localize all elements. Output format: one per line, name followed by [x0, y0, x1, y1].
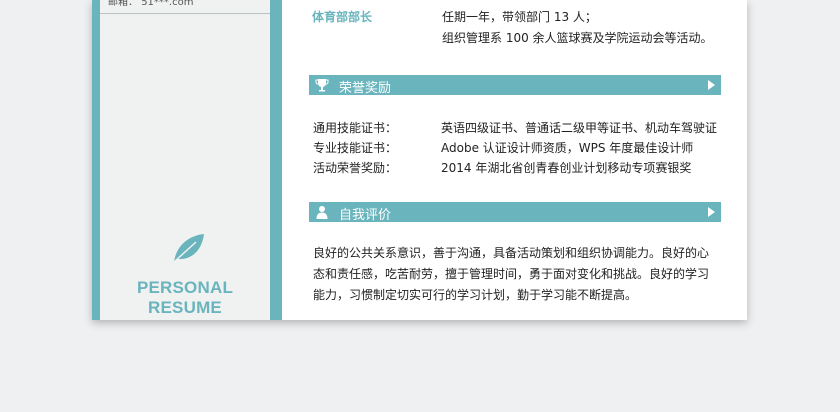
self-eval-title: 自我评价 [339, 208, 392, 223]
awards-section-header: 荣誉奖励 [309, 75, 721, 96]
arrow-right-icon [708, 80, 715, 90]
main-content: 体育部部长 任期一年，带领部门 13 人； 组织管理系 100 余人篮球赛及学院… [282, 0, 747, 320]
leaf-icon [173, 234, 204, 263]
awards-title: 荣誉奖励 [339, 81, 392, 96]
award-label: 专业技能证书： [313, 141, 398, 155]
sidebar: 邮箱： 51***.com PERSONAL RESUME [92, 0, 282, 320]
trophy-icon [315, 79, 329, 92]
resume-sheet: 邮箱： 51***.com PERSONAL RESUME 体育部部长 任期一年… [92, 0, 747, 320]
arrow-right-icon [708, 207, 715, 217]
person-icon [316, 206, 328, 219]
self-eval-text: 良好的公共关系意识，善于沟通，具备活动策划和组织协调能力。良好的心态和责任感，吃… [313, 246, 710, 302]
self-eval-section-header: 自我评价 [309, 202, 721, 223]
award-value: 英语四级证书、普通话二级甲等证书、机动车驾驶证 [441, 121, 718, 135]
award-value: 2014 年湖北省创青春创业计划移动专项赛银奖 [441, 161, 692, 175]
experience-line: 组织管理系 100 余人篮球赛及学院运动会等活动。 [442, 31, 713, 45]
email-row: 邮箱： 51***.com [108, 0, 193, 8]
email-label: 邮箱： [108, 0, 138, 8]
email-value: 51***.com [141, 0, 194, 8]
award-value: Adobe 认证设计师资质，WPS 年度最佳设计师 [441, 141, 694, 155]
sidebar-divider [100, 13, 270, 14]
award-label: 通用技能证书： [313, 121, 398, 135]
experience-line: 任期一年，带领部门 13 人； [442, 10, 597, 24]
resume-title: PERSONAL RESUME [136, 278, 234, 317]
experience-role: 体育部部长 [312, 10, 373, 24]
award-label: 活动荣誉奖励： [313, 161, 398, 175]
sidebar-panel: 邮箱： 51***.com PERSONAL RESUME [100, 0, 270, 320]
